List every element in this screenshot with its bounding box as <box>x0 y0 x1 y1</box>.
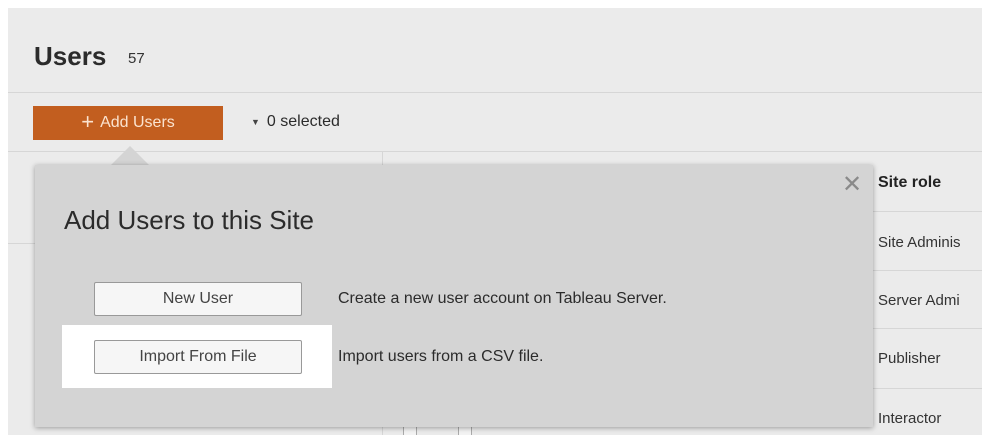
page-title: Users <box>34 41 107 71</box>
import-from-file-button[interactable]: Import From File <box>94 340 302 374</box>
new-user-button[interactable]: New User <box>94 282 302 316</box>
page-header: Users 57 <box>8 8 982 93</box>
toolbar: + Add Users <box>8 93 982 152</box>
caret-down-icon: ▼ <box>251 117 260 127</box>
import-description: Import users from a CSV file. <box>338 348 544 365</box>
row-checkbox[interactable] <box>403 426 417 435</box>
new-user-description: Create a new user account on Tableau Ser… <box>338 290 667 307</box>
users-page: Users 57 + Add Users ▼ 0 selected Site r… <box>8 8 982 435</box>
selected-count-label: 0 selected <box>266 113 340 130</box>
add-users-label: Add Users <box>100 114 175 131</box>
plus-icon: + <box>81 109 95 134</box>
add-users-button[interactable]: + Add Users <box>33 106 223 140</box>
role-cell: Server Admi <box>878 292 960 309</box>
dialog-title: Add Users to this Site <box>64 205 314 235</box>
selection-dropdown[interactable]: ▼ 0 selected <box>251 113 340 131</box>
role-cell: Interactor <box>878 410 942 427</box>
popover-arrow <box>110 146 150 166</box>
role-cell: Publisher <box>878 350 941 367</box>
column-header-site-role[interactable]: Site role <box>878 174 941 192</box>
row-checkbox[interactable] <box>458 426 472 435</box>
role-cell: Site Adminis <box>878 234 961 251</box>
user-count: 57 <box>128 50 145 67</box>
add-users-dialog: ✕ Add Users to this Site New User Create… <box>35 165 873 427</box>
close-icon[interactable]: ✕ <box>842 173 862 197</box>
